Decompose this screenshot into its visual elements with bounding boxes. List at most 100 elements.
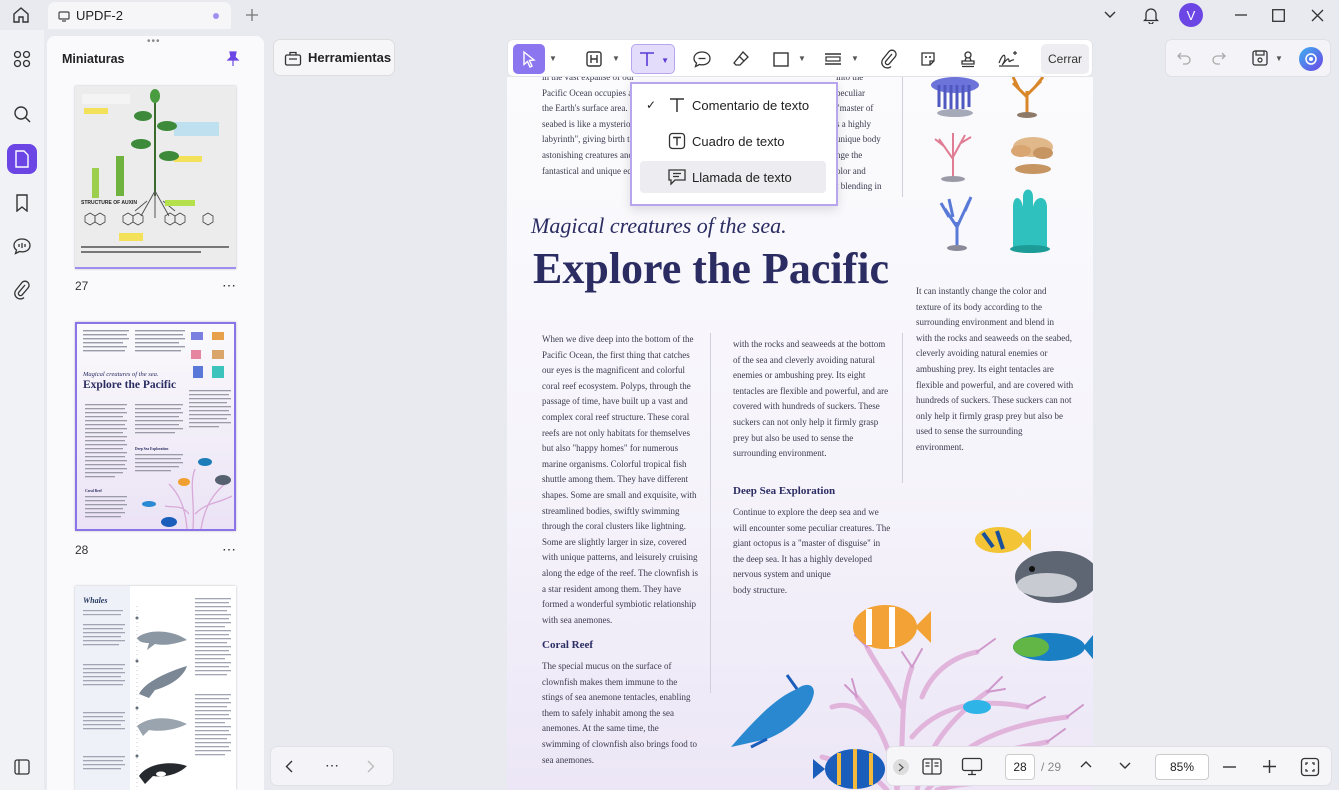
maximize-icon[interactable] [1267, 4, 1289, 26]
sticker-tool-button[interactable] [913, 44, 943, 74]
search-icon[interactable] [7, 99, 37, 129]
page-number-input[interactable]: 28 [1005, 754, 1035, 780]
clownfish-large [853, 605, 931, 649]
grid-view-icon[interactable] [7, 44, 37, 74]
layers-icon[interactable] [7, 752, 37, 782]
menu-item-text-callout[interactable]: Llamada de texto [640, 161, 826, 193]
undo-icon[interactable] [1176, 50, 1192, 66]
pin-icon[interactable] [226, 51, 240, 67]
thumbnail-page-28[interactable]: Magical creatures of the sea. Explore th… [75, 322, 236, 531]
close-toolbar-button[interactable]: Cerrar [1041, 44, 1089, 74]
attachment-icon[interactable] [7, 275, 37, 305]
coral-5 [939, 196, 973, 251]
measure-tool-button[interactable] [818, 44, 848, 74]
text-icon [640, 52, 654, 66]
column-3-text: It can instantly change the color and tex… [916, 286, 1074, 452]
menu-item-label: Comentario de texto [692, 97, 810, 113]
coral-2 [1011, 77, 1045, 118]
page-28-more-button[interactable]: ⋯ [222, 541, 237, 558]
document-tab[interactable]: UPDF-2 [48, 2, 231, 29]
right-toolbar: ▼ [1165, 39, 1331, 77]
left-rail [0, 30, 44, 790]
zoom-in-icon[interactable] [1263, 760, 1276, 773]
fish-yellow-blue [975, 527, 1031, 553]
chevron-down-icon[interactable] [1099, 4, 1121, 26]
stamp-tool-button[interactable] [953, 44, 983, 74]
signature-tool-button[interactable] [993, 44, 1025, 74]
deep-sea-heading: Deep Sea Exploration [733, 485, 836, 497]
checkmark-icon: ✓ [645, 98, 657, 112]
bookmark-icon[interactable] [7, 188, 37, 218]
text-tool-button[interactable]: ▼ [631, 44, 675, 74]
unsaved-dot-icon [213, 13, 219, 19]
tools-button[interactable]: Herramientas [273, 39, 395, 76]
select-tool-button[interactable] [513, 44, 545, 74]
measure-tool-chevron-icon[interactable]: ▼ [851, 54, 859, 63]
text-tool-chevron-icon[interactable]: ▼ [661, 56, 669, 65]
thumbnails-panel: ••• Miniaturas STRUCTURE OF AUXIN 27 ⋯ M… [47, 36, 264, 790]
select-tool-chevron-icon[interactable]: ▼ [549, 54, 557, 63]
fit-screen-icon[interactable] [1300, 757, 1320, 777]
collapse-bar-icon[interactable] [893, 759, 909, 775]
comments-icon[interactable] [7, 231, 37, 261]
signature-icon [998, 51, 1019, 67]
document-subtitle: Magical creatures of the sea. [531, 213, 787, 238]
puffer-fish [1015, 551, 1093, 603]
thumbnail-page-29[interactable]: Whales [75, 586, 236, 790]
page-27-more-button[interactable]: ⋯ [222, 277, 237, 294]
shape-tool-button[interactable] [766, 44, 796, 74]
document-title: Explore the Pacific [533, 244, 889, 293]
previous-page-icon[interactable] [285, 760, 293, 773]
close-window-icon[interactable] [1306, 4, 1328, 26]
menu-item-text-comment[interactable]: ✓ Comentario de texto [640, 89, 826, 121]
panel-resize-handle[interactable]: ••• [147, 36, 161, 47]
next-page-icon[interactable] [367, 760, 375, 773]
new-tab-icon[interactable] [241, 4, 263, 26]
eraser-tool-button[interactable] [726, 44, 756, 74]
toolbox-icon [284, 50, 302, 66]
text-box-icon [662, 132, 692, 150]
scroll-up-icon[interactable] [1080, 760, 1092, 768]
highlight-tool-chevron-icon[interactable]: ▼ [612, 54, 620, 63]
user-avatar[interactable]: V [1179, 3, 1203, 27]
more-pages-button[interactable]: ⋯ [325, 757, 339, 774]
save-chevron-icon[interactable]: ▼ [1275, 54, 1283, 63]
scroll-down-icon[interactable] [1119, 762, 1131, 770]
title-bar: UPDF-2 V [0, 0, 1339, 30]
thumbnails-icon[interactable] [7, 144, 37, 174]
thumb-p27-title: STRUCTURE OF AUXIN [81, 200, 137, 206]
cursor-icon [523, 50, 536, 68]
parrot-fish [1013, 633, 1093, 661]
coral-reef-heading: Coral Reef [542, 639, 594, 651]
thumb-p29-title: Whales [83, 596, 107, 605]
coral-6 [1010, 189, 1050, 253]
thumb-p28-coral: Coral Reef [85, 489, 102, 493]
column-divider [902, 333, 903, 483]
page-number-27: 27 [75, 279, 89, 293]
thumb-p28-subtitle: Magical creatures of the sea. [82, 371, 159, 378]
minimize-icon[interactable] [1230, 4, 1252, 26]
home-icon[interactable] [10, 4, 32, 26]
rectangle-icon [773, 52, 789, 67]
menu-item-text-box[interactable]: Cuadro de texto [640, 125, 826, 157]
coral-illustrations [931, 77, 1053, 253]
thumb-p28-title: Explore the Pacific [83, 379, 176, 391]
thumb-p28-deep: Deep Sea Exploration [135, 447, 168, 451]
shape-tool-chevron-icon[interactable]: ▼ [798, 54, 806, 63]
attach-tool-button[interactable] [874, 44, 904, 74]
presentation-icon[interactable] [961, 757, 983, 776]
tab-file-icon [58, 10, 70, 22]
zoom-out-icon[interactable] [1223, 766, 1236, 768]
comment-tool-button[interactable] [687, 44, 717, 74]
notification-bell-icon[interactable] [1140, 4, 1162, 26]
save-icon[interactable] [1251, 49, 1269, 67]
highlight-tool-button[interactable] [579, 44, 609, 74]
page-layout-icon[interactable] [922, 758, 942, 775]
top-mid-text: into the peculiar "master of s a highly uniq… [836, 77, 882, 192]
zoom-level-input[interactable]: 85% [1155, 754, 1209, 780]
tools-label: Herramientas [308, 50, 392, 65]
redo-icon[interactable] [1211, 50, 1227, 66]
ai-assistant-icon[interactable] [1299, 47, 1323, 71]
highlight-icon [586, 51, 602, 67]
thumbnail-page-27[interactable]: STRUCTURE OF AUXIN [75, 86, 236, 269]
